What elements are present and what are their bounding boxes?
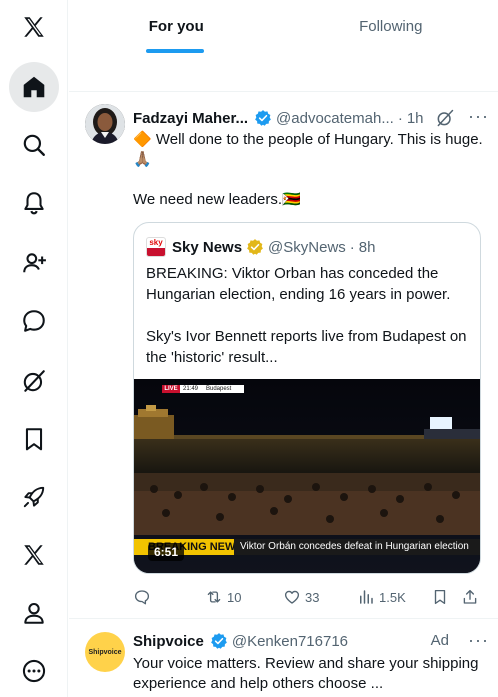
grok-icon[interactable]	[9, 356, 59, 406]
repost-count: 10	[227, 589, 242, 605]
post-action-bar: 10 33 1.5K	[133, 588, 481, 608]
quoted-separator-dot: ·	[349, 238, 355, 256]
active-tab-indicator	[146, 49, 205, 53]
like-button[interactable]: 33	[283, 588, 319, 606]
left-nav-rail	[0, 0, 68, 697]
verified-badge-icon	[255, 110, 271, 126]
heart-icon	[284, 590, 300, 604]
rocket-icon[interactable]	[9, 472, 59, 522]
reply-button[interactable]	[133, 588, 155, 606]
quoted-paragraph-2: Sky's Ivor Bennett reports live from Bud…	[146, 328, 467, 366]
more-options-icon[interactable]: ···	[468, 630, 489, 651]
live-tag: LIVE	[164, 386, 178, 392]
advertiser-name[interactable]: Shipvoice	[133, 633, 204, 650]
quoted-post-text: BREAKING: Viktor Orban has conceded the …	[146, 263, 472, 368]
profile-icon[interactable]	[9, 588, 59, 638]
video-player[interactable]: LIVE 21:49 Budapest BREAKING NEWS Viktor…	[134, 379, 480, 573]
post-text-line-1: 🔶 Well done to the people of Hungary. Th…	[133, 131, 483, 168]
views-button[interactable]: 1.5K	[357, 588, 406, 606]
repost-icon	[207, 591, 221, 603]
quoted-author-name[interactable]: Sky News	[172, 239, 242, 256]
search-icon[interactable]	[9, 120, 59, 170]
more-circle-icon[interactable]	[9, 646, 59, 696]
views-icon	[360, 590, 373, 604]
avatar[interactable]	[85, 104, 125, 144]
bookmark-outline-icon	[434, 589, 446, 605]
tab-following[interactable]: Following	[284, 0, 498, 53]
share-icon	[463, 589, 477, 604]
ad-label: Ad	[430, 632, 449, 649]
like-count: 33	[305, 589, 320, 605]
advertiser-avatar-text: Shipvoice	[88, 648, 122, 656]
grok-explain-icon[interactable]	[435, 108, 455, 128]
quoted-post-time[interactable]: 8h	[359, 239, 376, 256]
video-duration: 6:51	[148, 543, 185, 561]
bell-icon[interactable]	[9, 178, 59, 228]
view-count: 1.5K	[379, 589, 406, 605]
post-time[interactable]: 1h	[407, 110, 424, 127]
video-clock: 21:49	[183, 386, 199, 392]
x-logo-icon[interactable]	[9, 2, 59, 52]
bookmark-button[interactable]	[431, 588, 453, 606]
share-button[interactable]	[461, 588, 483, 606]
promoted-post[interactable]: Shipvoice Shipvoice @Kenken716716 Ad ···…	[69, 620, 498, 697]
sky-logo-text: sky	[149, 238, 163, 247]
quoted-paragraph-1: BREAKING: Viktor Orban has conceded the …	[146, 265, 451, 303]
quoted-post-header: sky Sky News @SkyNews · 8h	[146, 237, 375, 257]
tab-following-label: Following	[359, 18, 423, 35]
post-header: Fadzayi Maher... @advocatemah... · 1h ··…	[133, 106, 493, 128]
post-text: 🔶 Well done to the people of Hungary. Th…	[133, 130, 483, 210]
promoted-post-header: Shipvoice @Kenken716716 Ad ···	[133, 630, 493, 651]
advertiser-avatar[interactable]: Shipvoice	[85, 632, 125, 672]
post-text-line-2: We need new leaders.🇿🇼	[133, 191, 301, 208]
post[interactable]: Fadzayi Maher... @advocatemah... · 1h ··…	[69, 92, 498, 619]
tab-for-you[interactable]: For you	[69, 0, 284, 53]
bookmark-icon[interactable]	[9, 414, 59, 464]
news-ticker: Viktor Orbán concedes defeat in Hungaria…	[240, 541, 469, 552]
author-name[interactable]: Fadzayi Maher...	[133, 110, 248, 127]
chat-icon[interactable]	[9, 296, 59, 346]
timeline-tabs: For you Following	[69, 0, 498, 53]
advertiser-handle[interactable]: @Kenken716716	[232, 633, 348, 650]
x-premium-icon[interactable]	[9, 530, 59, 580]
sky-news-logo[interactable]: sky	[146, 237, 166, 257]
separator-dot: ·	[397, 109, 403, 127]
author-handle[interactable]: @advocatemah...	[276, 110, 394, 127]
quoted-author-handle[interactable]: @SkyNews	[268, 239, 346, 256]
tab-for-you-label: For you	[148, 18, 204, 35]
repost-button[interactable]: 10	[205, 588, 241, 606]
verified-badge-icon	[210, 633, 227, 649]
home-icon[interactable]	[9, 62, 59, 112]
follow-icon[interactable]	[9, 238, 59, 288]
quoted-post[interactable]: sky Sky News @SkyNews · 8h BREAKING: Vik…	[133, 222, 481, 574]
reply-icon	[134, 590, 150, 605]
promoted-post-text: Your voice matters. Review and share you…	[133, 655, 479, 692]
video-location: Budapest	[206, 386, 232, 392]
more-options-icon[interactable]: ···	[468, 106, 489, 127]
verified-org-badge-icon	[247, 239, 263, 255]
